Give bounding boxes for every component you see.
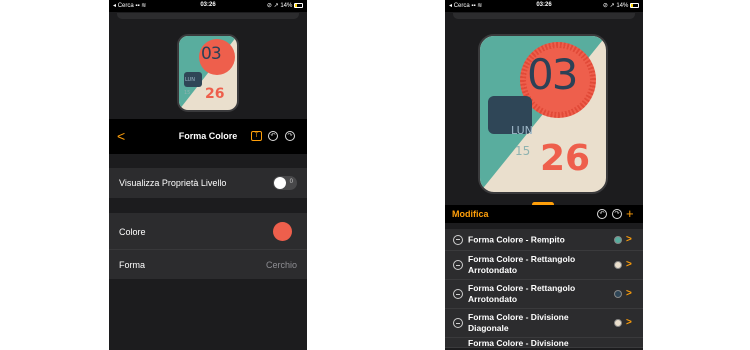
color-row[interactable]: Colore	[109, 213, 307, 249]
battery-indicator: ⊘ ↗ 14%	[267, 2, 303, 9]
layer-color-dot	[614, 319, 622, 327]
minute-label: 26	[540, 138, 591, 179]
layer-color-dot	[614, 235, 622, 244]
watch-face-preview[interactable]: 03 LUN 15 26	[177, 34, 239, 112]
add-layer-button[interactable]: +	[626, 206, 634, 221]
layers-list: Forma Colore - Rempito > Forma Colore - …	[445, 229, 643, 348]
list-item[interactable]: Forma Colore - Divisione Diagonale >	[445, 309, 643, 338]
minute-label: 26	[205, 86, 225, 102]
toggle-knob	[274, 177, 286, 189]
redo-icon[interactable]: ↷	[612, 209, 622, 219]
chevron-right-icon[interactable]: >	[626, 234, 632, 245]
remove-circle-icon[interactable]	[453, 260, 463, 270]
show-layer-properties-row: Visualizza Proprietà Livello 0	[109, 168, 307, 198]
phone-screen-forma-colore: ◂ Cerca ▪▪ ≋ 03:26 ⊘ ↗ 14% 03 LUN 15 26 …	[109, 0, 307, 350]
shape-label: Forma	[119, 260, 146, 270]
watch-face-preview[interactable]: 03 LUN 15 26	[478, 34, 608, 194]
chevron-right-icon[interactable]: >	[626, 259, 632, 270]
edit-button[interactable]: Modifica	[452, 209, 489, 219]
date-label: 15	[515, 144, 531, 158]
shape-value: Cerchio	[265, 260, 297, 270]
show-layer-properties-label: Visualizza Proprietà Livello	[119, 178, 227, 188]
color-label: Colore	[119, 227, 146, 237]
remove-circle-icon[interactable]	[453, 318, 463, 328]
battery-indicator: ⊘ ↗ 14%	[603, 2, 639, 9]
layer-color-dot	[614, 290, 622, 298]
chevron-right-icon[interactable]: >	[626, 317, 632, 328]
list-item[interactable]: Forma Colore - Rettangolo Arrotondato >	[445, 280, 643, 309]
previous-card-edge	[117, 13, 299, 19]
phone-screen-layers: ◂ Cerca ▪▪ ≋ 03:26 ⊘ ↗ 14% 03 LUN 15 26 …	[445, 0, 643, 350]
battery-icon	[630, 3, 639, 8]
layer-label: Forma Colore - Divisione	[468, 338, 569, 348]
chevron-right-icon[interactable]: >	[626, 288, 632, 299]
text-layer-icon[interactable]: T	[251, 131, 262, 141]
toggle-off-label: 0	[289, 179, 293, 185]
status-bar: ◂ Cerca ▪▪ ≋ 03:26 ⊘ ↗ 14%	[445, 0, 643, 12]
undo-icon[interactable]: ↶	[597, 209, 607, 219]
list-item[interactable]: Forma Colore - Rempito >	[445, 229, 643, 251]
undo-icon[interactable]: ↶	[268, 131, 278, 141]
status-bar: ◂ Cerca ▪▪ ≋ 03:26 ⊘ ↗ 14%	[109, 0, 307, 12]
layer-label: Forma Colore - Rempito	[468, 234, 565, 244]
shape-row[interactable]: Forma Cerchio	[109, 249, 307, 279]
list-item[interactable]: Forma Colore - Rettangolo Arrotondato >	[445, 251, 643, 280]
previous-card-edge	[453, 13, 635, 19]
navigation-bar: < Forma Colore T ↶ ↷	[109, 119, 307, 154]
layers-toolbar: Modifica ↶ ↷ +	[445, 205, 643, 223]
battery-icon	[294, 3, 303, 8]
layer-label: Forma Colore - Rettangolo Arrotondato	[468, 283, 576, 304]
list-item[interactable]: Forma Colore - Divisione	[445, 338, 643, 348]
hour-label: 03	[201, 44, 222, 64]
layer-color-dot	[614, 261, 622, 269]
day-label: LUN	[185, 77, 195, 83]
layer-label: Forma Colore - Rettangolo Arrotondato	[468, 254, 576, 275]
day-label: LUN	[511, 124, 533, 137]
remove-circle-icon[interactable]	[453, 289, 463, 299]
redo-icon[interactable]: ↷	[285, 131, 295, 141]
color-swatch[interactable]	[273, 222, 292, 241]
show-layer-properties-toggle[interactable]: 0	[273, 176, 297, 190]
date-label: 15	[184, 90, 191, 96]
remove-circle-icon[interactable]	[453, 234, 463, 245]
layer-label: Forma Colore - Divisione Diagonale	[468, 312, 569, 333]
hour-label: 03	[527, 50, 578, 99]
